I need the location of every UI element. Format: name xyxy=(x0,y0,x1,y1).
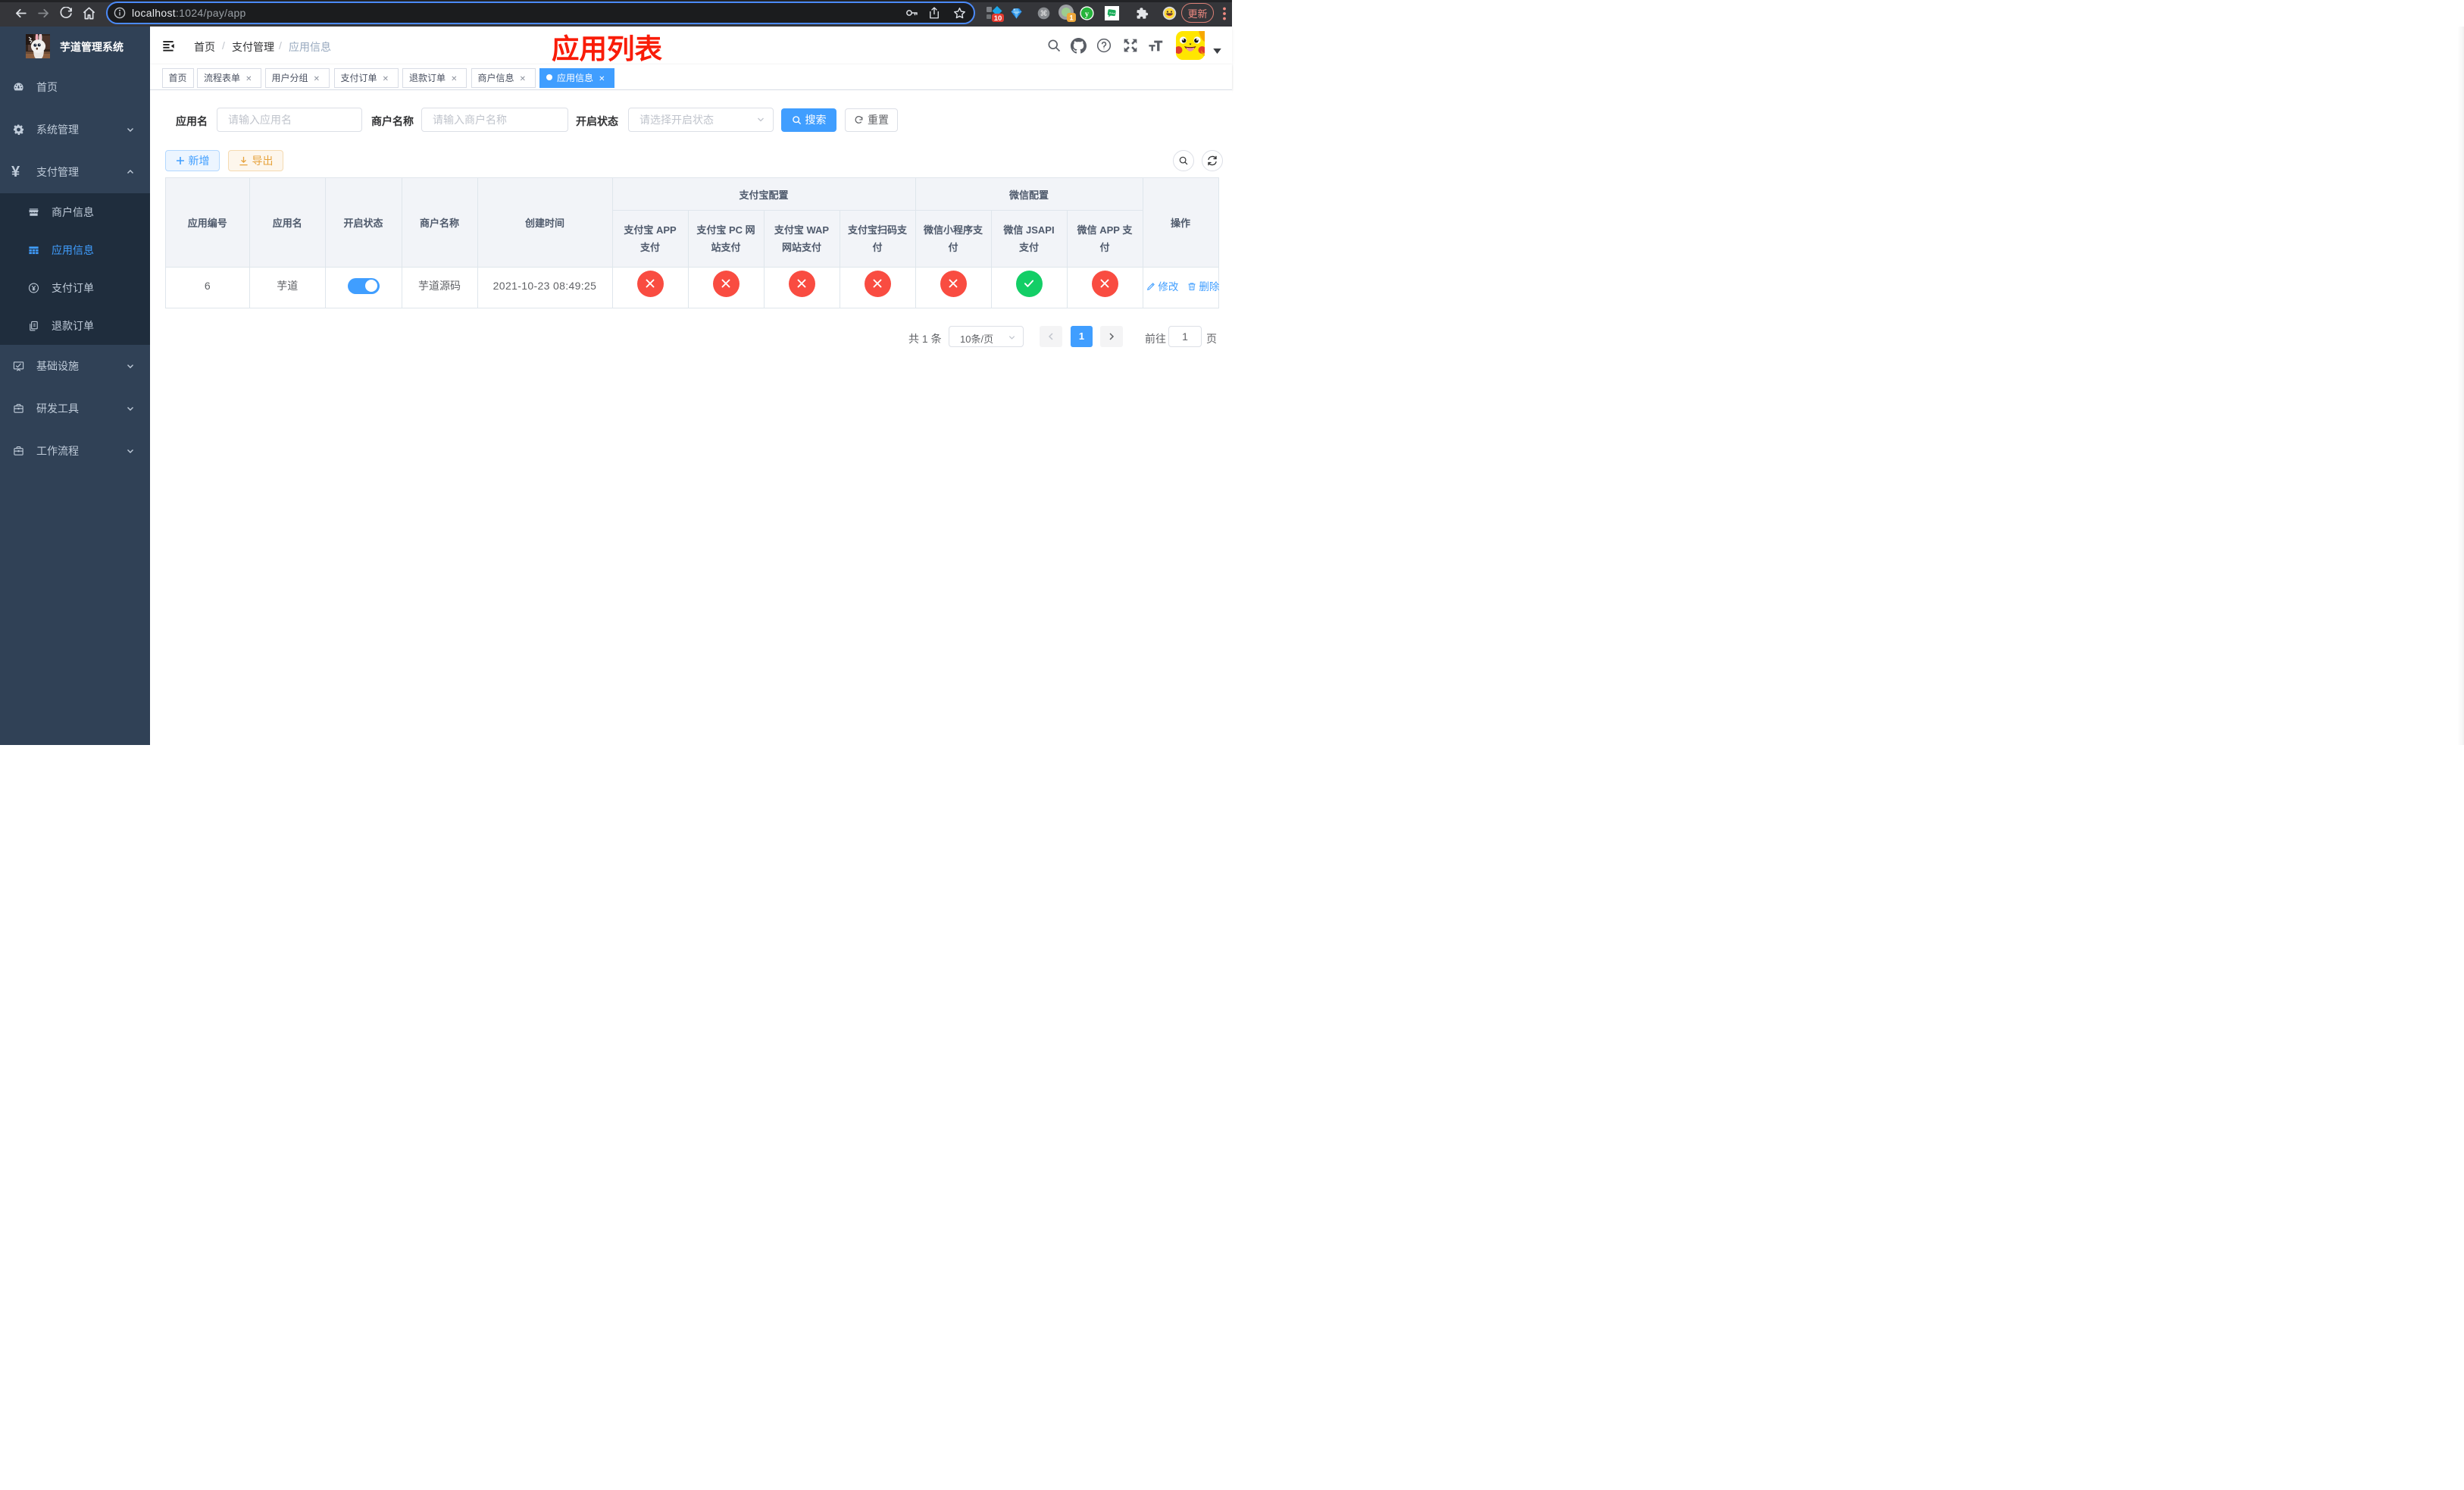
svg-text:y: y xyxy=(1084,10,1089,18)
svg-text:10: 10 xyxy=(994,14,1002,23)
svg-text:⌘: ⌘ xyxy=(1040,10,1047,18)
svg-text:1: 1 xyxy=(1069,14,1074,23)
